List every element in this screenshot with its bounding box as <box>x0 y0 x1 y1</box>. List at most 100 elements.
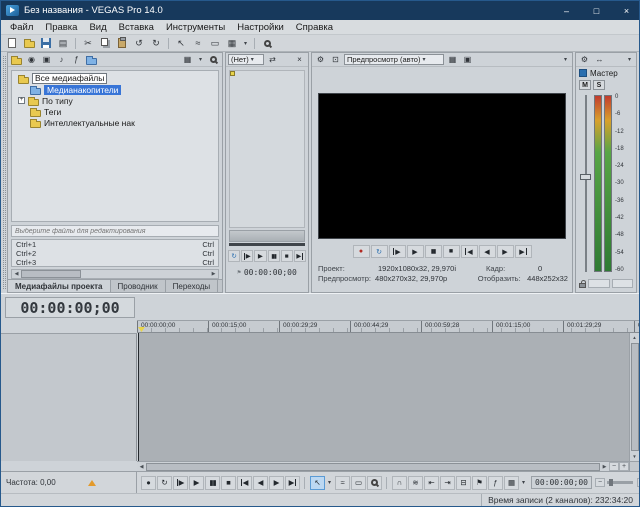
track-list-area[interactable] <box>1 333 137 461</box>
tree-item-tags[interactable]: Теги <box>12 106 218 117</box>
scroll-up-icon[interactable]: ▲ <box>630 333 639 342</box>
tree-item-media-bins[interactable]: Медианакопители <box>12 84 218 95</box>
timeline-next-frame-button[interactable]: ▶ <box>269 475 284 490</box>
pause-button[interactable]: ▮▮ <box>424 245 442 258</box>
edit-tool-dropdown[interactable]: ▾ <box>325 476 334 490</box>
enable-snapping-button[interactable]: ∩ <box>392 475 407 490</box>
paste-button[interactable] <box>114 36 130 50</box>
record-button[interactable]: ● <box>352 245 370 258</box>
trimmer-play-from-start-button[interactable]: ▶ <box>241 250 254 262</box>
play-button[interactable]: ▶ <box>406 245 424 258</box>
insert-marker-button[interactable]: ⚑ <box>472 475 487 490</box>
menu-item-tools[interactable]: Инструменты <box>160 22 231 33</box>
media-fx-button[interactable]: ƒ <box>70 54 83 66</box>
timeline-record-button[interactable]: ● <box>141 475 156 490</box>
envelope-edit-tool-button[interactable]: ≈ <box>190 36 206 50</box>
timeline-ruler[interactable]: 00:00:00;00 00:00:15;00 00:00:29;29 00:0… <box>137 320 639 333</box>
menu-item-insert[interactable]: Вставка <box>113 22 160 33</box>
fader-handle[interactable] <box>580 174 591 181</box>
time-zoom-slider[interactable] <box>606 479 633 486</box>
tree-item-all-media[interactable]: Все медиафайлы <box>12 73 218 84</box>
grid-view-button[interactable]: ▦ <box>224 36 240 50</box>
timeline-go-to-end-button[interactable]: ▶ <box>285 475 300 490</box>
zoom-in-button[interactable]: + <box>619 462 629 471</box>
trim-start-button[interactable]: ⇤ <box>424 475 439 490</box>
trimmer-pause-button[interactable]: ▮▮ <box>267 250 280 262</box>
new-bin-button[interactable] <box>85 54 98 66</box>
copy-frame-button[interactable]: ▣ <box>461 54 474 66</box>
go-to-start-button[interactable]: ◀ <box>460 245 478 258</box>
import-media-button[interactable] <box>10 54 23 66</box>
volume-fader[interactable] <box>579 93 593 274</box>
lock-icon[interactable] <box>579 279 586 288</box>
scroll-thumb[interactable] <box>630 343 639 451</box>
timeline-stop-button[interactable]: ■ <box>221 475 236 490</box>
tab-transitions[interactable]: Переходы <box>166 280 219 292</box>
rate-label[interactable]: Частота: 0,00 <box>6 478 56 487</box>
horizontal-scrollbar[interactable]: ◀ ▶ − + <box>137 461 629 471</box>
open-project-button[interactable] <box>21 36 37 50</box>
trimmer-play-button[interactable]: ▶ <box>254 250 267 262</box>
trimmer-source-select[interactable]: (Нет) ▾ <box>228 54 264 65</box>
media-views-dropdown[interactable]: ▾ <box>196 53 205 67</box>
media-search-button[interactable] <box>207 54 220 66</box>
go-to-end-button[interactable]: ▶ <box>514 245 532 258</box>
scroll-left-icon[interactable]: ◀ <box>137 463 146 471</box>
trimmer-scrollbar[interactable] <box>229 243 305 246</box>
close-button[interactable]: × <box>614 1 639 20</box>
list-item[interactable]: Ctrl+2 Ctrl <box>12 249 218 258</box>
trimmer-go-end-button[interactable]: ▶ <box>293 250 307 262</box>
vertical-scrollbar[interactable]: ▲ ▼ <box>629 333 639 461</box>
selection-edit-tool-button[interactable]: ▭ <box>351 475 366 490</box>
tempo-marker-icon[interactable] <box>87 479 96 486</box>
media-views-button[interactable]: ▦ <box>181 54 194 66</box>
tree-item-by-type[interactable]: + По типу <box>12 95 218 106</box>
timeline-time-display[interactable]: 00:00:00;00 <box>5 297 135 318</box>
loop-playback-button[interactable]: ↻ <box>370 245 388 258</box>
grid-view-dropdown[interactable]: ▾ <box>241 36 250 50</box>
stop-button[interactable]: ■ <box>442 245 460 258</box>
tree-item-smart-bins[interactable]: Интеллектуальные нак <box>12 117 218 128</box>
menu-item-edit[interactable]: Правка <box>39 22 83 33</box>
minimize-button[interactable]: – <box>554 1 579 20</box>
maximize-button[interactable]: □ <box>584 1 609 20</box>
quantize-to-frames-button[interactable]: ▦ <box>504 475 519 490</box>
cut-button[interactable]: ✂ <box>80 36 96 50</box>
preview-quality-select[interactable]: Предпросмотр (авто) ▾ <box>344 54 444 65</box>
trimmer-loop-button[interactable]: ↻ <box>227 250 241 262</box>
list-item[interactable]: Ctrl+1 Ctrl <box>12 240 218 249</box>
solo-button[interactable]: S <box>593 80 605 90</box>
timeline-go-to-start-button[interactable]: ◀ <box>237 475 252 490</box>
tab-project-media[interactable]: Медиафайлы проекта <box>8 280 111 292</box>
next-frame-button[interactable]: ▶ <box>496 245 514 258</box>
master-settings-button[interactable]: ⚙ <box>578 54 591 66</box>
zoom-edit-tool-button[interactable] <box>367 475 382 490</box>
tab-explorer[interactable]: Проводник <box>111 280 166 292</box>
scroll-thumb[interactable] <box>146 462 600 471</box>
trimmer-time-display[interactable]: 00:00:00;00 <box>244 268 297 277</box>
preview-settings-button[interactable]: ⚙ <box>314 54 327 66</box>
menu-item-help[interactable]: Справка <box>290 22 339 33</box>
auto-ripple-button[interactable]: ≋ <box>408 475 423 490</box>
redo-button[interactable]: ↻ <box>148 36 164 50</box>
zoom-edit-tool-button[interactable] <box>259 36 275 50</box>
timeline-play-from-start-button[interactable]: ▶ <box>173 475 188 490</box>
master-menu-dropdown[interactable]: ▾ <box>625 53 634 67</box>
trimmer-transfer-button[interactable]: ⇄ <box>266 54 279 66</box>
scroll-down-icon[interactable]: ▼ <box>630 452 639 461</box>
trimmer-ruler[interactable] <box>229 230 305 242</box>
external-monitor-button[interactable]: ⊡ <box>329 54 342 66</box>
menu-item-file[interactable]: Файл <box>4 22 39 33</box>
play-from-start-button[interactable]: ▶ <box>388 245 406 258</box>
normal-edit-tool-button[interactable]: ↖ <box>173 36 189 50</box>
quantize-dropdown[interactable]: ▾ <box>519 476 528 490</box>
previous-frame-button[interactable]: ◀ <box>478 245 496 258</box>
scroll-thumb[interactable] <box>21 270 81 278</box>
timeline-pause-button[interactable]: ▮▮ <box>205 475 220 490</box>
preview-menu-dropdown[interactable]: ▾ <box>561 53 570 67</box>
split-screen-button[interactable]: ▦ <box>446 54 459 66</box>
scroll-right-icon[interactable]: ▶ <box>209 270 218 278</box>
expander-icon[interactable]: + <box>18 97 25 104</box>
menu-item-options[interactable]: Настройки <box>231 22 290 33</box>
menu-item-view[interactable]: Вид <box>83 22 112 33</box>
